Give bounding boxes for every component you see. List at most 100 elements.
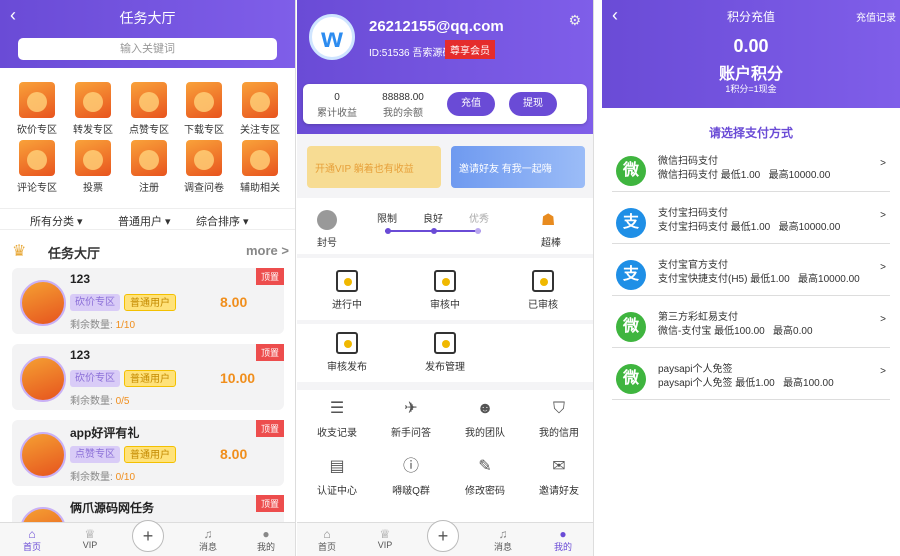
recharge-header: ‹ 积分充值 充值记录 0.00 账户积分 1积分=1现金 xyxy=(602,0,900,108)
tab-mine[interactable]: ● 我的 xyxy=(543,527,583,553)
category-item[interactable]: 调查问卷 xyxy=(175,140,233,194)
payment-method[interactable]: 微 微信扫码支付 微信扫码支付 最低1.00 最高10000.00 > xyxy=(612,150,890,192)
ledger-item[interactable]: ☰ 收支记录 xyxy=(297,398,377,439)
home-icon: ⌂ xyxy=(323,527,331,541)
task-avatar xyxy=(20,280,66,326)
password-item[interactable]: ✎ 修改密码 xyxy=(445,456,525,497)
trophy-icon: ♛ xyxy=(12,243,27,260)
category-item[interactable]: 注册 xyxy=(120,140,178,194)
payment-method[interactable]: 微 第三方彩虹易支付 微信-支付宝 最低100.00 最高0.00 > xyxy=(612,306,890,348)
status-in-progress[interactable]: 进行中 xyxy=(307,270,387,311)
payment-method[interactable]: 微 paysapi个人免签 paysapi个人免签 最低1.00 最高100.0… xyxy=(612,358,890,400)
team-item[interactable]: ☻ 我的团队 xyxy=(445,398,525,439)
page-title: 任务大厅 xyxy=(119,10,176,26)
invite-banner[interactable]: 邀请好友 有我一起嗨 xyxy=(451,146,585,188)
tab-home[interactable]: ⌂ 首页 xyxy=(12,527,52,553)
wechat-icon: 微 xyxy=(616,312,646,342)
tab-vip[interactable]: ♕ VIP xyxy=(365,527,405,550)
status-reviewed[interactable]: 已审核 xyxy=(503,270,583,311)
task-card[interactable]: 123 砍价专区 普通用户 8.00 剩余数量: 1/10 顶置 xyxy=(12,268,284,334)
category-item[interactable]: 转发专区 xyxy=(64,82,122,136)
shield-icon: ⛉ xyxy=(552,400,565,417)
wechat-icon: 微 xyxy=(616,364,646,394)
user-id: ID:51536 吾索源码 xyxy=(369,48,453,59)
recharge-record-link[interactable]: 充值记录 xyxy=(856,9,896,24)
thumbs-up-icon: ☗ xyxy=(541,212,556,229)
publish-manage[interactable]: 发布管理 xyxy=(405,332,485,373)
doc-icon xyxy=(336,270,358,292)
points-amount: 0.00 xyxy=(733,36,769,56)
payment-method[interactable]: 支 支付宝官方支付 支付宝快捷支付(H5) 最低1.00 最高10000.00 … xyxy=(612,254,890,296)
filter-user[interactable]: 普通用户 ▾ xyxy=(118,213,171,229)
credit-item[interactable]: ⛉ 我的信用 xyxy=(519,398,593,439)
filter-sort[interactable]: 综合排序 ▾ xyxy=(196,213,249,229)
filter-bar: 所有分类 ▾ 普通用户 ▾ 综合排序 ▾ xyxy=(0,208,295,230)
category-item[interactable]: 砍价专区 xyxy=(8,82,66,136)
tab-home[interactable]: ⌂ 首页 xyxy=(307,527,347,553)
crown-icon: ♕ xyxy=(84,527,96,541)
chevron-right-icon: > xyxy=(880,314,886,325)
team-icon: ☻ xyxy=(476,400,494,417)
category-item[interactable]: 点赞专区 xyxy=(120,82,178,136)
chevron-right-icon: > xyxy=(880,262,886,273)
choose-payment-heading: 请选择支付方式 xyxy=(708,126,793,140)
tab-messages[interactable]: ♫ 消息 xyxy=(483,527,523,553)
category-icon xyxy=(186,140,222,176)
clipboard-icon: ☰ xyxy=(329,400,345,417)
alipay-icon: 支 xyxy=(616,208,646,238)
recharge-button[interactable]: 充值 xyxy=(447,92,495,116)
task-card[interactable]: 123 砍价专区 普通用户 10.00 剩余数量: 0/5 顶置 xyxy=(12,344,284,410)
category-item[interactable]: 投票 xyxy=(64,140,122,194)
alert-icon: ⓘ xyxy=(402,458,419,475)
category-icon xyxy=(242,82,278,118)
level-progress xyxy=(385,228,481,234)
status-reviewing[interactable]: 审核中 xyxy=(405,270,485,311)
category-item[interactable]: 下载专区 xyxy=(175,82,233,136)
task-card[interactable]: app好评有礼 点赞专区 普通用户 8.00 剩余数量: 0/10 顶置 xyxy=(12,420,284,486)
chevron-right-icon: > xyxy=(880,210,886,221)
search-input[interactable]: 输入关键词 xyxy=(18,38,277,60)
hall-heading: ♛ 任务大厅 more > xyxy=(12,243,289,261)
user-email: 26212155@qq.com xyxy=(369,18,504,35)
alipay-icon: 支 xyxy=(616,260,646,290)
filter-category[interactable]: 所有分类 ▾ xyxy=(30,213,83,229)
faq-item[interactable]: ✈ 新手问答 xyxy=(371,398,451,439)
gear-icon[interactable]: ⚙ xyxy=(568,12,581,29)
tab-vip[interactable]: ♕ VIP xyxy=(70,527,110,550)
review-publish[interactable]: 审核发布 xyxy=(307,332,387,373)
header: ‹ 任务大厅 输入关键词 xyxy=(0,0,295,68)
avatar[interactable]: w xyxy=(309,14,355,60)
pinned-badge: 顶置 xyxy=(255,344,284,361)
profile-screen: w 26212155@qq.com ID:51536 吾索源码 尊享会员 ⚙ 0… xyxy=(297,0,594,556)
tab-mine[interactable]: ● 我的 xyxy=(246,527,286,553)
wechat-icon: 微 xyxy=(616,156,646,186)
category-item[interactable]: 关注专区 xyxy=(231,82,289,136)
category-icon xyxy=(131,82,167,118)
plus-button[interactable]: + xyxy=(132,520,164,552)
user-icon: ● xyxy=(262,527,270,541)
vip-banner[interactable]: 开通VIP 躺着也有收益 xyxy=(307,146,441,188)
task-avatar xyxy=(20,432,66,478)
category-icon xyxy=(75,140,111,176)
task-hall-screen: ‹ 任务大厅 输入关键词 砍价专区 转发专区 点赞专区 下载专区 关注专区 评论… xyxy=(0,0,296,556)
chevron-right-icon: > xyxy=(880,366,886,377)
tab-messages[interactable]: ♫ 消息 xyxy=(188,527,228,553)
auth-item[interactable]: ▤ 认证中心 xyxy=(297,456,377,497)
doc-icon xyxy=(532,270,554,292)
doc-icon xyxy=(434,270,456,292)
payment-method[interactable]: 支 支付宝扫码支付 支付宝扫码支付 最低1.00 最高10000.00 > xyxy=(612,202,890,244)
category-item[interactable]: 评论专区 xyxy=(8,140,66,194)
plus-button[interactable]: + xyxy=(427,520,459,552)
invite-item[interactable]: ✉ 邀请好友 xyxy=(519,456,593,497)
vip-badge: 尊享会员 xyxy=(445,40,495,59)
task-avatar xyxy=(20,356,66,402)
more-link[interactable]: more > xyxy=(246,243,289,258)
category-item[interactable]: 辅助相关 xyxy=(231,140,289,194)
withdraw-button[interactable]: 提现 xyxy=(509,92,557,116)
user-icon: ● xyxy=(559,527,567,541)
category-icon xyxy=(242,140,278,176)
crown-icon: ♕ xyxy=(379,527,391,541)
task-price: 8.00 xyxy=(220,294,248,310)
category-icon xyxy=(131,140,167,176)
qq-group-item[interactable]: ⓘ 嘚啵Q群 xyxy=(371,456,451,497)
